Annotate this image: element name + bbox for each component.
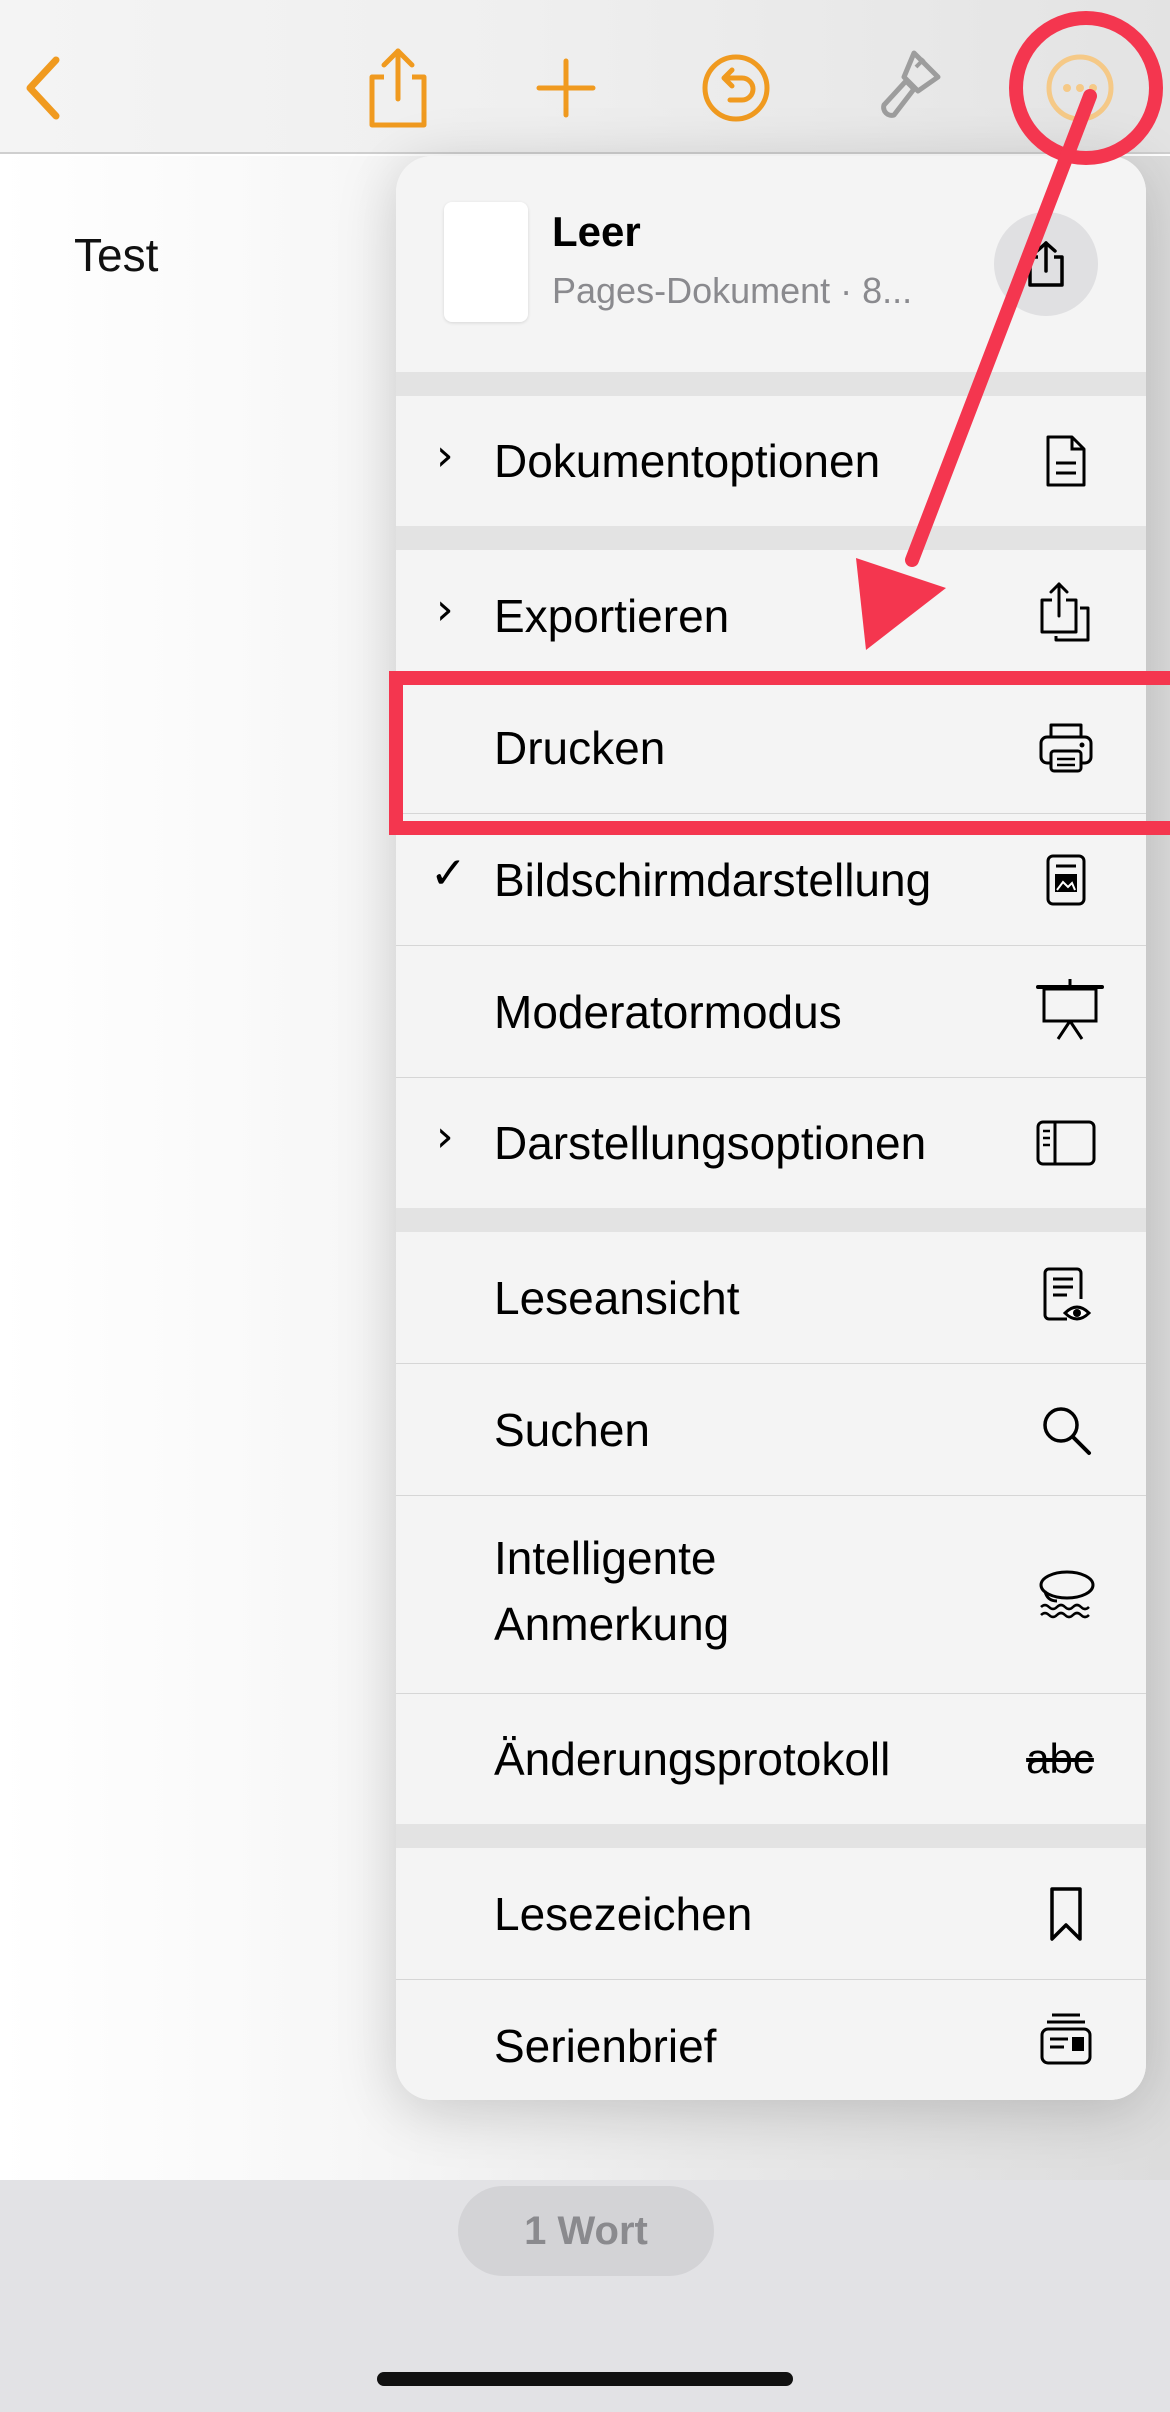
format-button[interactable] <box>862 40 958 136</box>
menu-item-label: Serienbrief <box>494 2020 717 2072</box>
reading-view-icon <box>1034 1264 1098 1328</box>
undo-icon <box>702 54 770 122</box>
undo-button[interactable] <box>688 40 784 136</box>
share-button[interactable] <box>350 40 446 136</box>
more-menu: Leer Pages-Dokument · 8... › Dokumentopt… <box>396 156 1146 2100</box>
menu-header: Leer Pages-Dokument · 8... <box>396 156 1146 372</box>
section-divider <box>396 1824 1146 1848</box>
menu-item-label: Bildschirmdarstellung <box>494 854 932 906</box>
menu-item-intelligente-anmerkung[interactable]: Intelligente Anmerkung <box>396 1496 1146 1694</box>
menu-item-suchen[interactable]: Suchen <box>396 1364 1146 1496</box>
plus-icon <box>536 58 596 118</box>
share-icon <box>369 48 427 128</box>
menu-item-serienbrief[interactable]: Serienbrief <box>396 1980 1146 2100</box>
menu-item-label: Leseansicht <box>494 1272 740 1324</box>
home-indicator <box>377 2372 793 2386</box>
more-button[interactable] <box>1032 40 1128 136</box>
toolbar <box>0 0 1170 154</box>
strikethrough-abc-text: abc <box>1026 1735 1094 1782</box>
menu-item-label: Suchen <box>494 1404 651 1456</box>
menu-item-label: Moderatormodus <box>494 986 842 1038</box>
chevron-right-icon: › <box>436 584 454 635</box>
document-subtitle: Pages-Dokument · 8... <box>552 270 913 311</box>
section-divider <box>396 372 1146 396</box>
chevron-right-icon: › <box>436 430 454 481</box>
bookmark-icon <box>1034 1882 1098 1946</box>
menu-item-leseansicht[interactable]: Leseansicht <box>396 1232 1146 1364</box>
strikethrough-abc-icon: abc <box>1012 1727 1108 1791</box>
menu-item-label: Anmerkung <box>494 1598 730 1650</box>
menu-item-label: Intelligente <box>494 1532 717 1584</box>
printer-icon <box>1034 716 1098 780</box>
sidebar-icon <box>1034 1111 1098 1175</box>
menu-share-button[interactable] <box>994 212 1098 316</box>
share-icon <box>1028 241 1064 287</box>
menu-item-drucken[interactable]: Drucken <box>396 682 1146 814</box>
document-icon <box>1034 429 1098 493</box>
menu-item-moderatormodus[interactable]: Moderatormodus <box>396 946 1146 1078</box>
smart-annotation-icon <box>1034 1562 1100 1626</box>
magnifier-icon <box>1034 1398 1098 1462</box>
section-divider <box>396 526 1146 550</box>
menu-item-label: Lesezeichen <box>494 1888 753 1940</box>
menu-item-darstellungsoptionen[interactable]: › Darstellungsoptionen <box>396 1078 1146 1208</box>
presenter-icon <box>1034 978 1106 1042</box>
menu-item-label: Drucken <box>494 722 666 774</box>
menu-item-dokumentoptionen[interactable]: › Dokumentoptionen <box>396 396 1146 526</box>
document-title: Leer <box>552 208 641 255</box>
menu-item-label: Dokumentoptionen <box>494 435 881 487</box>
chevron-right-icon: › <box>436 1111 454 1162</box>
document-text[interactable]: Test <box>74 228 158 282</box>
menu-item-label: Exportieren <box>494 590 730 642</box>
menu-item-bildschirmdarstellung[interactable]: ✓ Bildschirmdarstellung <box>396 814 1146 946</box>
section-divider <box>396 1208 1146 1232</box>
menu-item-aenderungsprotokoll[interactable]: Änderungsprotokoll abc <box>396 1694 1146 1824</box>
add-button[interactable] <box>518 40 614 136</box>
back-button[interactable] <box>0 40 92 136</box>
paintbrush-icon <box>881 50 941 118</box>
menu-item-label: Darstellungsoptionen <box>494 1117 927 1169</box>
chevron-left-icon <box>26 56 60 120</box>
menu-item-label: Änderungsprotokoll <box>494 1733 891 1785</box>
menu-item-exportieren[interactable]: › Exportieren <box>396 550 1146 682</box>
word-count-badge[interactable]: 1 Wort <box>458 2186 714 2276</box>
export-icon <box>1034 580 1098 644</box>
menu-item-lesezeichen[interactable]: Lesezeichen <box>396 1848 1146 1980</box>
document-thumbnail <box>444 202 528 322</box>
mail-merge-icon <box>1034 2006 1098 2070</box>
ellipsis-circle-icon <box>1046 54 1114 122</box>
checkmark-icon: ✓ <box>430 848 467 899</box>
screen-view-icon <box>1034 848 1098 912</box>
